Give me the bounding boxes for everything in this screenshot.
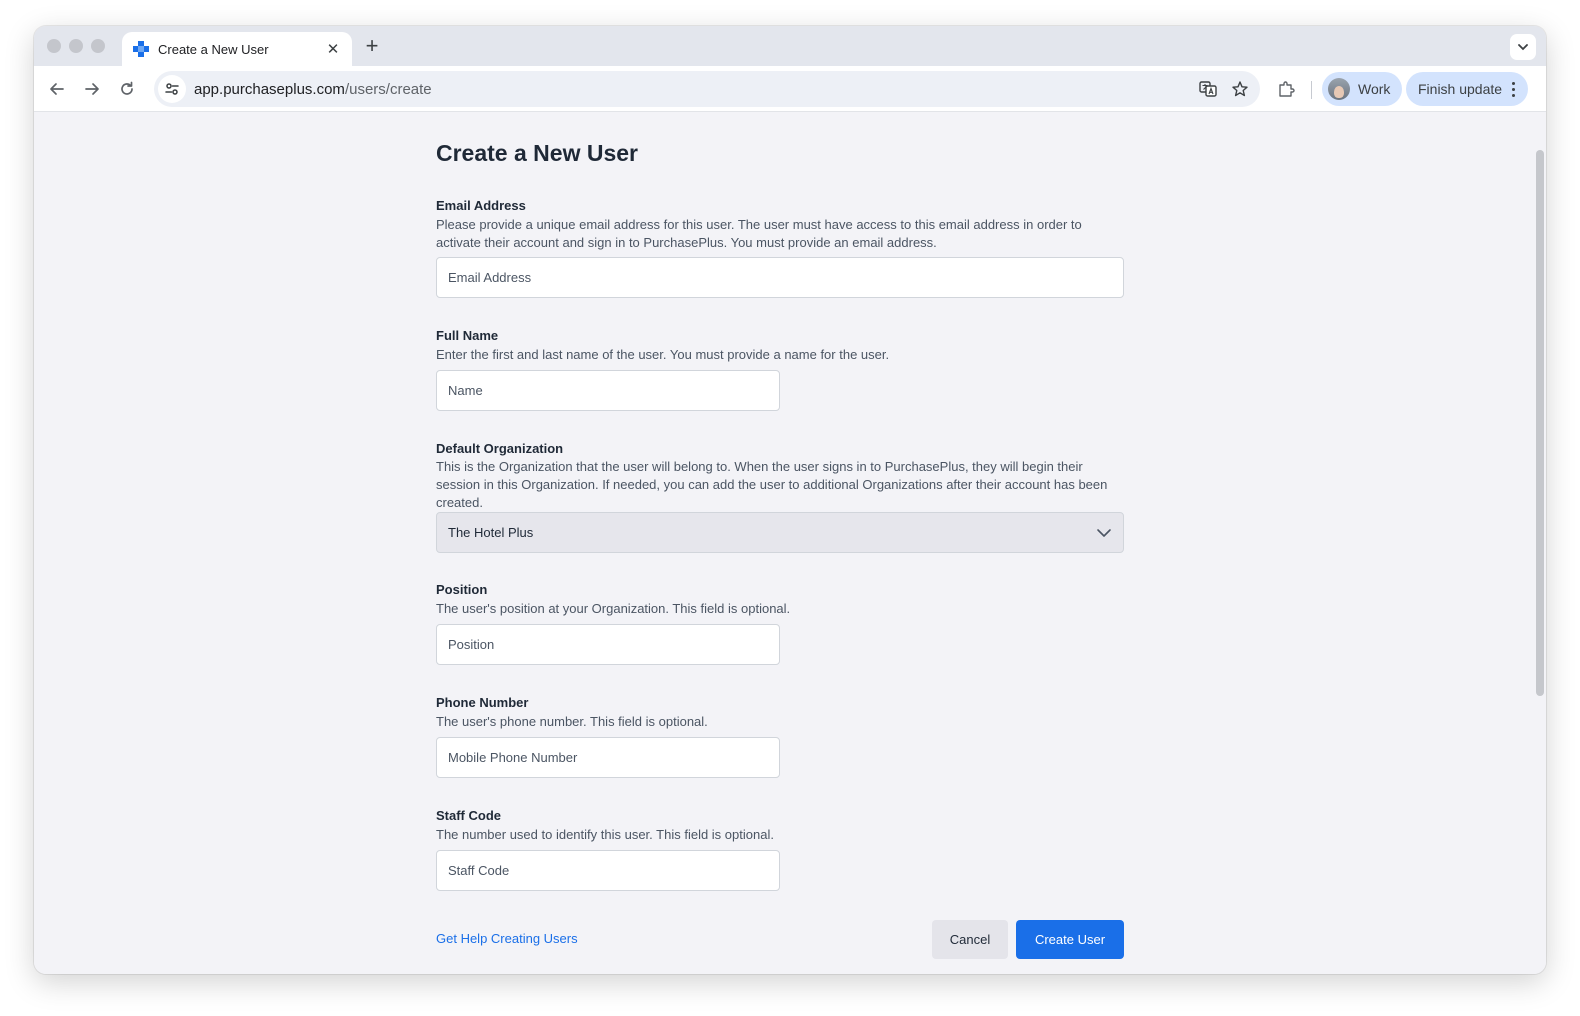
url-host: app.purchaseplus.com bbox=[194, 80, 345, 98]
bookmark-star-icon[interactable] bbox=[1228, 77, 1252, 101]
email-field[interactable] bbox=[436, 257, 1124, 298]
position-description: The user's position at your Organization… bbox=[436, 601, 791, 616]
staff-code-description: The number used to identify this user. T… bbox=[436, 827, 774, 842]
more-menu-icon[interactable] bbox=[1508, 81, 1518, 97]
phone-label: Phone Number bbox=[436, 695, 529, 710]
phone-field[interactable] bbox=[436, 737, 780, 778]
finish-update-label: Finish update bbox=[1418, 81, 1503, 97]
tab-search-button[interactable] bbox=[1510, 34, 1536, 60]
translate-icon[interactable] bbox=[1196, 77, 1220, 101]
organization-label: Default Organization bbox=[436, 441, 564, 456]
purchaseplus-favicon-icon bbox=[132, 40, 150, 58]
position-label: Position bbox=[436, 582, 488, 597]
cancel-button[interactable]: Cancel bbox=[932, 920, 1008, 959]
tab-active[interactable]: Create a New User ✕ bbox=[122, 32, 352, 66]
extensions-puzzle-icon[interactable] bbox=[1274, 77, 1298, 101]
avatar bbox=[1328, 78, 1350, 100]
browser-window: Create a New User ✕ + app.purchaseplus.c… bbox=[34, 26, 1546, 974]
close-window-dot[interactable] bbox=[47, 39, 61, 53]
full-name-description: Enter the first and last name of the use… bbox=[436, 347, 890, 362]
tab-title: Create a New User bbox=[158, 41, 269, 57]
full-name-label: Full Name bbox=[436, 328, 499, 343]
maximize-window-dot[interactable] bbox=[91, 39, 105, 53]
minimize-window-dot[interactable] bbox=[69, 39, 83, 53]
staff-code-label: Staff Code bbox=[436, 808, 501, 823]
tab-strip: Create a New User ✕ + bbox=[34, 26, 1546, 66]
tab-close-icon[interactable]: ✕ bbox=[324, 40, 342, 58]
new-tab-plus-icon[interactable]: + bbox=[360, 32, 384, 60]
site-settings-icon[interactable] bbox=[158, 75, 186, 103]
browser-toolbar: app.purchaseplus.com/users/create Work F… bbox=[34, 66, 1546, 112]
full-name-field[interactable] bbox=[436, 370, 780, 411]
profile-label: Work bbox=[1358, 81, 1391, 97]
page-scrollbar[interactable] bbox=[1536, 150, 1544, 696]
create-user-button[interactable]: Create User bbox=[1016, 920, 1124, 959]
toolbar-divider bbox=[1311, 81, 1312, 99]
page-content: Create a New User Email Address Please p… bbox=[34, 112, 1546, 974]
address-bar[interactable]: app.purchaseplus.com/users/create bbox=[154, 71, 1260, 107]
url-path: /users/create bbox=[344, 80, 432, 98]
chevron-down-icon bbox=[1097, 528, 1111, 537]
position-field[interactable] bbox=[436, 624, 780, 665]
organization-description: This is the Organization that the user w… bbox=[436, 459, 1108, 510]
back-arrow-icon[interactable] bbox=[46, 78, 68, 100]
email-description: Please provide a unique email address fo… bbox=[436, 217, 1082, 250]
email-label: Email Address bbox=[436, 198, 526, 213]
reload-icon[interactable] bbox=[116, 78, 138, 100]
help-link[interactable]: Get Help Creating Users bbox=[436, 931, 578, 946]
url-text[interactable]: app.purchaseplus.com/users/create bbox=[194, 81, 1196, 98]
staff-code-field[interactable] bbox=[436, 850, 780, 891]
page-title: Create a New User bbox=[436, 140, 638, 166]
organization-select[interactable]: The Hotel Plus bbox=[436, 512, 1124, 553]
finish-update-button[interactable]: Finish update bbox=[1406, 72, 1529, 106]
profile-button[interactable]: Work bbox=[1322, 72, 1403, 106]
phone-description: The user's phone number. This field is o… bbox=[436, 714, 708, 729]
forward-arrow-icon[interactable] bbox=[81, 78, 103, 100]
organization-selected-value: The Hotel Plus bbox=[448, 525, 534, 540]
chevron-down-icon bbox=[1518, 44, 1528, 51]
